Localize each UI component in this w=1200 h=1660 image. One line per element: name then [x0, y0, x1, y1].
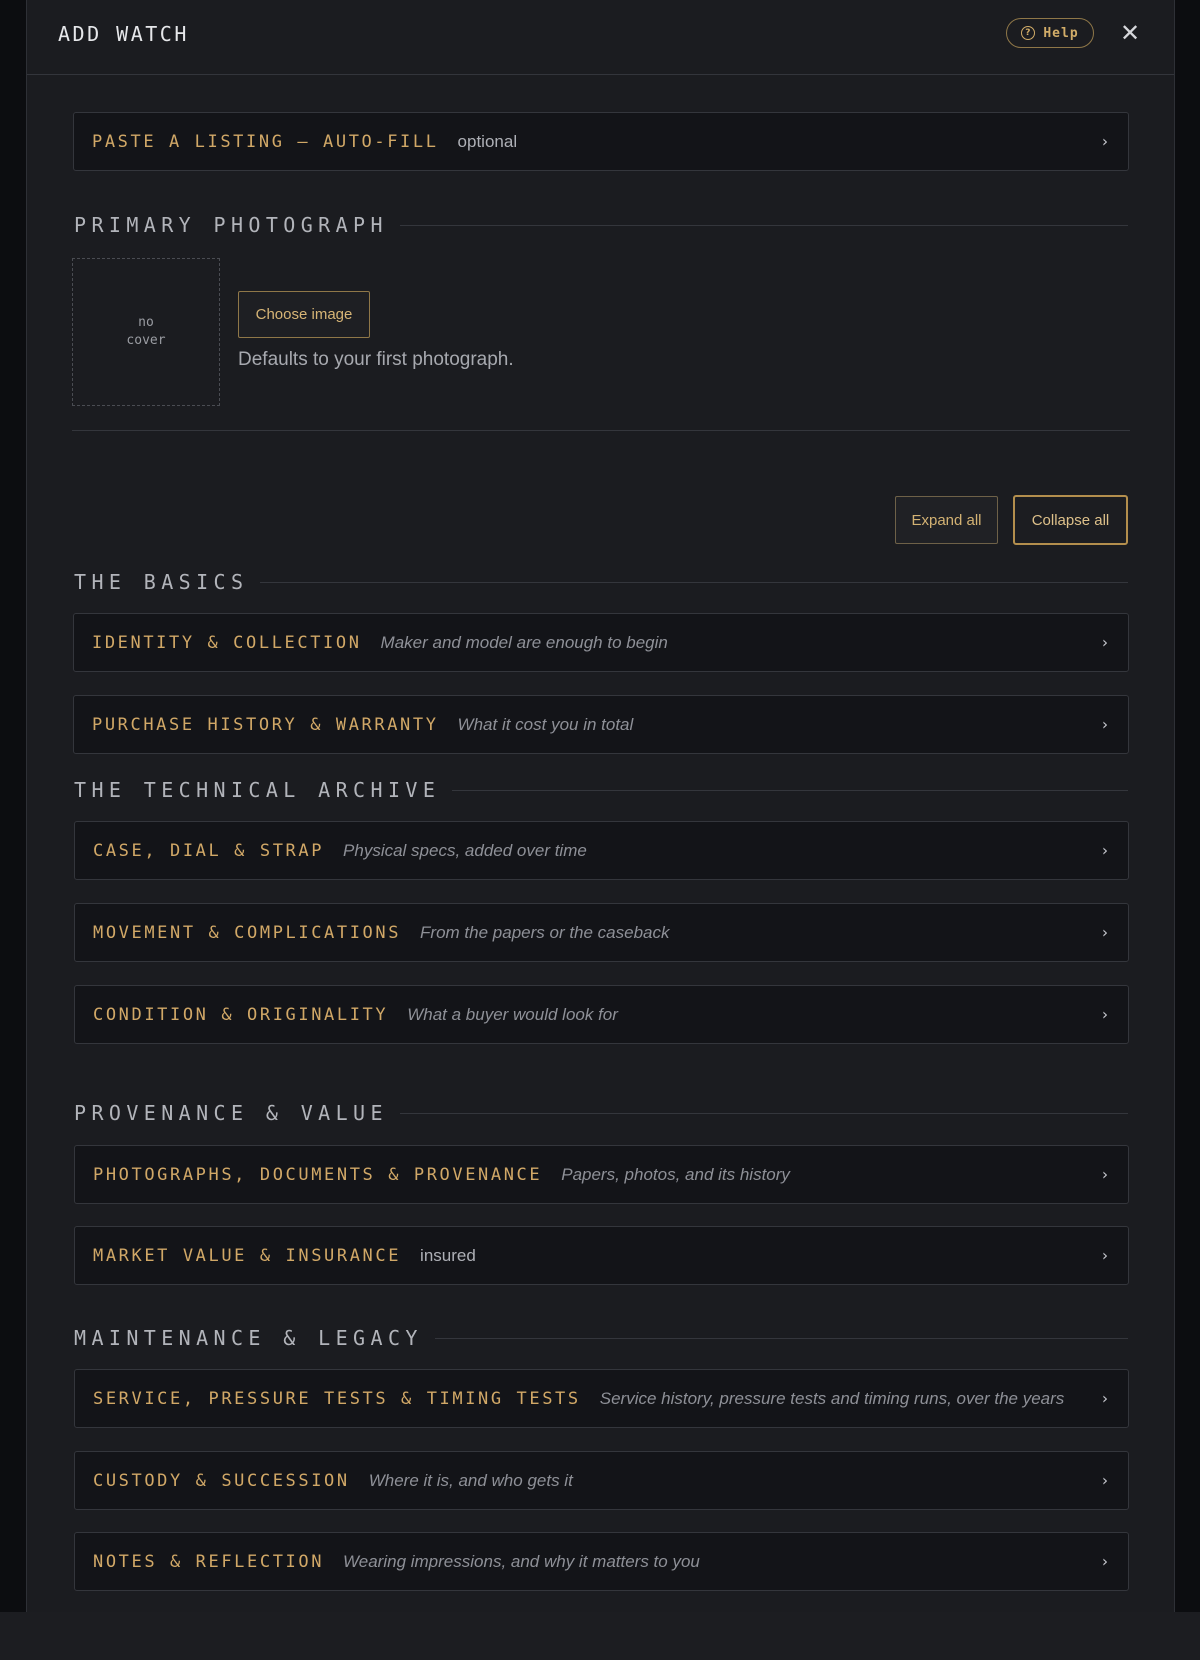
row-subtitle: Where it is, and who gets it	[368, 1470, 573, 1490]
row-title: PHOTOGRAPHS, DOCUMENTS & PROVENANCE	[93, 1164, 543, 1185]
row-subtitle: What a buyer would look for	[407, 1004, 618, 1024]
row-title: MARKET VALUE & INSURANCE	[93, 1245, 402, 1266]
section-row-notes[interactable]: NOTES & REFLECTION Wearing impressions, …	[74, 1532, 1129, 1591]
section-row-movement[interactable]: MOVEMENT & COMPLICATIONS From the papers…	[74, 903, 1129, 962]
section-rule	[399, 1112, 1128, 1114]
section-title: MAINTENANCE & LEGACY	[74, 1326, 423, 1350]
section-the-basics: THE BASICS	[74, 568, 1128, 596]
section-technical-archive: THE TECHNICAL ARCHIVE	[74, 776, 1128, 804]
chevron-right-icon: ›	[1102, 922, 1108, 941]
chevron-right-icon: ›	[1102, 1551, 1108, 1570]
section-provenance-value: PROVENANCE & VALUE	[74, 1099, 1128, 1127]
chevron-right-icon: ›	[1102, 1004, 1108, 1023]
row-title: SERVICE, PRESSURE TESTS & TIMING TESTS	[93, 1388, 581, 1409]
choose-image-button[interactable]: Choose image	[238, 291, 370, 338]
section-rule	[452, 789, 1128, 791]
chevron-right-icon: ›	[1102, 131, 1108, 150]
section-row-case-dial-strap[interactable]: CASE, DIAL & STRAP Physical specs, added…	[74, 821, 1129, 880]
chevron-right-icon: ›	[1102, 1164, 1108, 1183]
section-row-condition[interactable]: CONDITION & ORIGINALITY What a buyer wou…	[74, 985, 1129, 1044]
row-subtitle: Service history, pressure tests and timi…	[599, 1388, 1065, 1408]
backdrop-left	[0, 0, 27, 1612]
chevron-right-icon: ›	[1102, 632, 1108, 651]
chevron-right-icon: ›	[1102, 1388, 1108, 1407]
modal-title: ADD WATCH	[58, 22, 189, 46]
photo-hint: Defaults to your first photograph.	[238, 349, 514, 370]
row-title: MOVEMENT & COMPLICATIONS	[93, 922, 402, 943]
section-rule	[434, 1337, 1128, 1339]
row-title: PURCHASE HISTORY & WARRANTY	[92, 714, 439, 735]
cover-placeholder[interactable]: no cover	[72, 258, 220, 406]
row-subtitle: Papers, photos, and its history	[561, 1164, 790, 1184]
row-title: IDENTITY & COLLECTION	[92, 632, 362, 653]
section-row-identity[interactable]: IDENTITY & COLLECTION Maker and model ar…	[73, 613, 1129, 672]
help-button[interactable]: ? Help	[1006, 18, 1094, 48]
help-button-label: Help	[1043, 25, 1079, 41]
autofill-hint: optional	[457, 131, 518, 151]
row-subtitle: Maker and model are enough to begin	[380, 632, 668, 652]
chevron-right-icon: ›	[1102, 714, 1108, 733]
section-row-photographs-documents[interactable]: PHOTOGRAPHS, DOCUMENTS & PROVENANCE Pape…	[74, 1145, 1129, 1204]
backdrop-right	[1175, 0, 1200, 1612]
modal-header: ADD WATCH ? Help ✕	[27, 0, 1174, 75]
chevron-right-icon: ›	[1102, 1245, 1108, 1264]
collapse-all-button[interactable]: Collapse all	[1013, 495, 1128, 545]
autofill-row[interactable]: PASTE A LISTING — AUTO-FILL optional ›	[73, 112, 1129, 171]
section-title: PRIMARY PHOTOGRAPH	[74, 213, 388, 237]
close-icon[interactable]: ✕	[1116, 18, 1144, 48]
row-subtitle: Physical specs, added over time	[343, 840, 587, 860]
chevron-right-icon: ›	[1102, 1470, 1108, 1489]
section-title: THE BASICS	[74, 570, 249, 594]
question-circle-icon: ?	[1021, 26, 1036, 40]
section-primary-photograph: PRIMARY PHOTOGRAPH	[74, 211, 1128, 239]
row-title: CONDITION & ORIGINALITY	[93, 1004, 389, 1025]
row-subtitle: What it cost you in total	[457, 714, 634, 734]
backdrop-bottom	[0, 1612, 1200, 1660]
row-subtitle: Wearing impressions, and why it matters …	[343, 1551, 700, 1571]
row-subtitle: insured	[420, 1245, 476, 1265]
section-rule	[260, 581, 1128, 583]
divider	[72, 430, 1130, 431]
section-title: THE TECHNICAL ARCHIVE	[74, 778, 441, 802]
row-title: CUSTODY & SUCCESSION	[93, 1470, 350, 1491]
chevron-right-icon: ›	[1102, 840, 1108, 859]
cover-placeholder-line1: no	[138, 315, 154, 330]
section-maintenance-legacy: MAINTENANCE & LEGACY	[74, 1324, 1128, 1352]
section-row-custody[interactable]: CUSTODY & SUCCESSION Where it is, and wh…	[74, 1451, 1129, 1510]
expand-all-button[interactable]: Expand all	[895, 496, 998, 544]
autofill-title: PASTE A LISTING — AUTO-FILL	[92, 131, 439, 152]
section-row-purchase-history[interactable]: PURCHASE HISTORY & WARRANTY What it cost…	[73, 695, 1129, 754]
cover-placeholder-line2: cover	[126, 333, 166, 348]
row-title: NOTES & REFLECTION	[93, 1551, 325, 1572]
section-row-service[interactable]: SERVICE, PRESSURE TESTS & TIMING TESTS S…	[74, 1369, 1129, 1428]
row-title: CASE, DIAL & STRAP	[93, 840, 325, 861]
section-rule	[399, 224, 1128, 226]
section-row-market-value[interactable]: MARKET VALUE & INSURANCE insured ›	[74, 1226, 1129, 1285]
row-subtitle: From the papers or the caseback	[420, 922, 670, 942]
section-title: PROVENANCE & VALUE	[74, 1101, 388, 1125]
